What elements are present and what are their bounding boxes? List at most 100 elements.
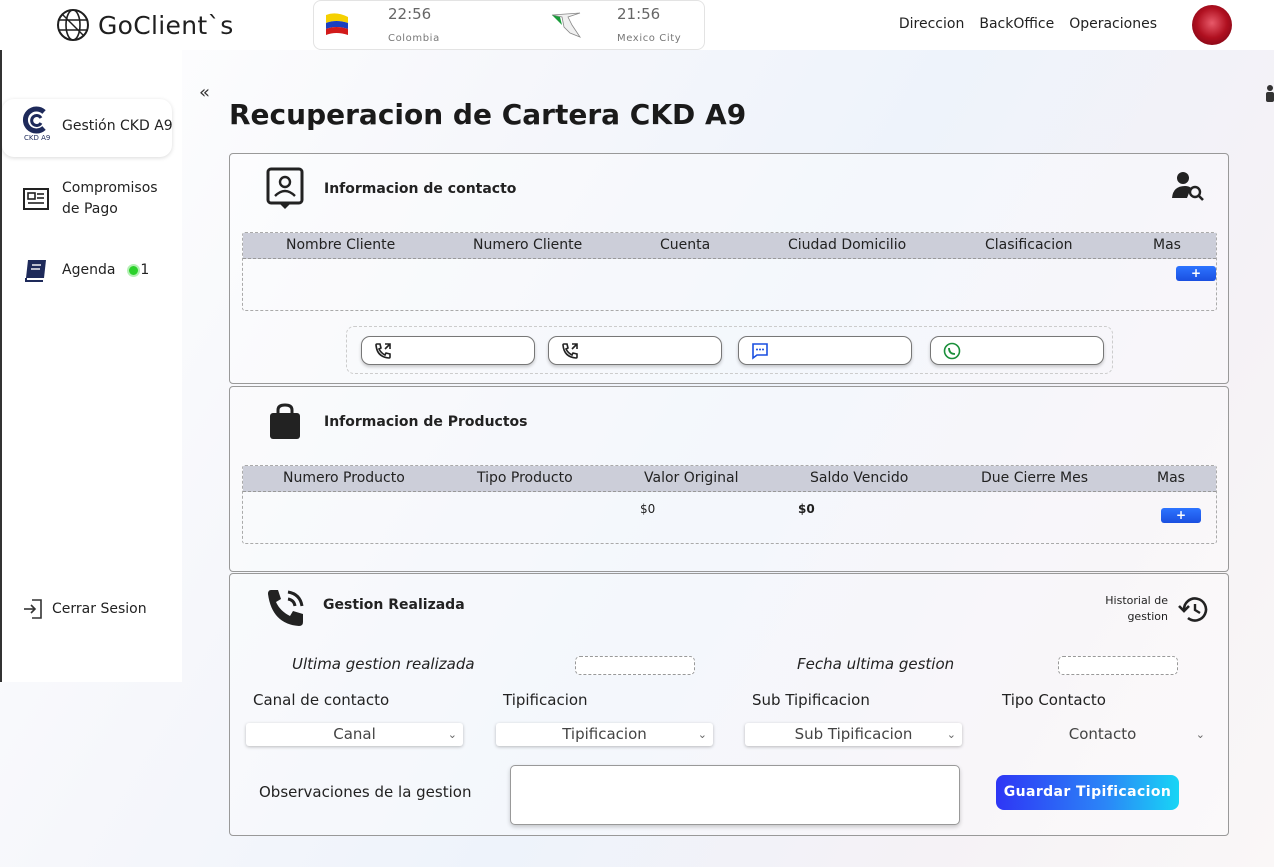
gestion-card: Gestion Realizada Historial de gestion U…	[229, 573, 1229, 836]
sidebar-item-label: Gestión CKD A9	[62, 118, 173, 134]
products-card: Informacion de Productos Numero Producto…	[229, 386, 1229, 572]
column-header: Mas	[1153, 237, 1181, 253]
chat-icon	[752, 343, 768, 360]
globe-icon	[57, 9, 89, 41]
nav-direccion[interactable]: Direccion	[899, 16, 964, 32]
clock-time: 21:56	[617, 5, 661, 23]
clock-time: 22:56	[388, 5, 432, 23]
brand-name: GoClient`s	[98, 10, 234, 40]
fecha-gestion-label: Fecha ultima gestion	[797, 655, 955, 673]
logout-button[interactable]: Cerrar Sesion	[22, 597, 147, 621]
products-table-header: Numero Producto Tipo Producto Valor Orig…	[243, 466, 1216, 492]
canal-select[interactable]: Canal ⌄	[246, 723, 463, 746]
column-header: Clasificacion	[985, 237, 1073, 253]
chevron-down-icon: ⌄	[697, 728, 707, 741]
tipificacion-label: Tipificacion	[503, 691, 588, 709]
ultima-gestion-field	[575, 656, 695, 675]
whatsapp-icon	[943, 342, 961, 360]
sidebar-item-label: Agenda	[62, 262, 116, 278]
brand-logo[interactable]: GoClient`s	[56, 8, 234, 42]
observaciones-label: Observaciones de la gestion	[259, 783, 472, 801]
phone-ringing-icon	[268, 590, 304, 626]
chevron-down-icon: ⌄	[447, 728, 457, 741]
sub-tipificacion-label: Sub Tipificacion	[752, 691, 870, 709]
phone-outgoing-icon	[562, 343, 578, 359]
user-avatar[interactable]	[1192, 5, 1232, 45]
column-header: Due Cierre Mes	[981, 470, 1089, 486]
column-header: Cuenta	[660, 237, 711, 253]
world-clock: 22:56 Colombia 21:56 Mexico City	[313, 0, 705, 50]
chevron-down-icon: ⌄	[1195, 728, 1205, 741]
sidebar-item-compromisos[interactable]: Compromisos de Pago	[22, 178, 172, 220]
tipificacion-select[interactable]: Tipificacion ⌄	[496, 723, 713, 746]
contact-card-title: Informacion de contacto	[324, 181, 517, 197]
column-header: Valor Original	[644, 470, 739, 486]
newspaper-icon	[23, 188, 49, 210]
tipo-contacto-select[interactable]: Contacto ⌄	[994, 723, 1211, 746]
guardar-tipificacion-button[interactable]: Guardar Tipificacion	[996, 775, 1179, 810]
book-icon	[25, 260, 46, 282]
clock-city: Mexico City	[617, 33, 682, 44]
sidebar-item-label: Compromisos de Pago	[62, 180, 158, 217]
mexico-flag-icon	[551, 12, 582, 38]
historial-button[interactable]: Historial de gestion	[1100, 594, 1210, 628]
column-header: Ciudad Domicilio	[788, 237, 907, 253]
tipificacion-value: Tipificacion	[562, 725, 647, 743]
top-bar: GoClient`s 22:56 Colombia 21:56 Mexico C…	[0, 0, 1274, 50]
nav-operaciones[interactable]: Operaciones	[1069, 16, 1157, 32]
contact-actions	[346, 326, 1113, 374]
column-header: Mas	[1157, 470, 1185, 486]
valor-original-cell: $0	[640, 502, 656, 516]
colombia-flag-icon	[326, 13, 348, 35]
fecha-gestion-field	[1058, 656, 1178, 675]
historial-label: gestion	[1127, 610, 1168, 623]
contact-info-card: Informacion de contacto Nombre Cliente N…	[229, 153, 1229, 384]
ultima-gestion-label: Ultima gestion realizada	[292, 655, 475, 673]
logout-icon	[24, 599, 42, 619]
column-header: Numero Cliente	[473, 237, 583, 253]
sms-button[interactable]	[738, 336, 912, 365]
contact-table: Nombre Cliente Numero Cliente Cuenta Ciu…	[242, 232, 1217, 311]
phone-outgoing-icon	[375, 343, 391, 359]
products-more-button[interactable]: +	[1161, 508, 1201, 523]
sidebar-item-gestion[interactable]: CKD A9 Gestión CKD A9	[22, 106, 173, 146]
historial-label: Historial de	[1105, 594, 1168, 607]
ckd-logo-text: CKD A9	[24, 134, 51, 142]
call-button[interactable]	[361, 336, 535, 365]
products-card-title: Informacion de Productos	[324, 414, 528, 430]
observaciones-textarea[interactable]	[510, 765, 960, 825]
gestion-card-title: Gestion Realizada	[323, 597, 465, 613]
chevron-down-icon: ⌄	[946, 728, 956, 741]
column-header: Nombre Cliente	[286, 237, 396, 253]
call-alt-button[interactable]	[548, 336, 722, 365]
shopping-bag-icon	[270, 403, 300, 439]
logout-label: Cerrar Sesion	[52, 601, 147, 617]
status-dot-icon	[127, 263, 141, 277]
column-header: Numero Producto	[283, 470, 405, 486]
saldo-vencido-cell: $0	[798, 502, 815, 516]
canal-value: Canal	[333, 725, 376, 743]
sidebar-item-agenda[interactable]: Agenda 1	[22, 256, 149, 284]
contact-more-button[interactable]: +	[1176, 266, 1216, 281]
tipo-contacto-label: Tipo Contacto	[1002, 691, 1106, 709]
collapse-sidebar-icon[interactable]: «	[199, 82, 210, 103]
person-icon[interactable]	[1262, 84, 1274, 104]
column-header: Saldo Vencido	[810, 470, 909, 486]
products-table: Numero Producto Tipo Producto Valor Orig…	[242, 465, 1217, 544]
sub-tipificacion-value: Sub Tipificacion	[794, 725, 913, 743]
agenda-count: 1	[140, 262, 150, 278]
history-icon	[1178, 597, 1208, 622]
clock-city: Colombia	[388, 33, 440, 44]
nav-backoffice[interactable]: BackOffice	[979, 16, 1054, 32]
sub-tipificacion-select[interactable]: Sub Tipificacion ⌄	[745, 723, 962, 746]
ckd-logo-icon: CKD A9	[22, 106, 50, 146]
agenda-badge: 1	[121, 262, 149, 278]
search-user-icon[interactable]	[1171, 170, 1205, 202]
page-title: Recuperacion de Cartera CKD A9	[229, 98, 747, 131]
contact-table-header: Nombre Cliente Numero Cliente Cuenta Ciu…	[243, 233, 1216, 259]
top-nav: Direccion BackOffice Operaciones	[899, 16, 1157, 32]
canal-label: Canal de contacto	[253, 691, 390, 709]
tipo-contacto-value: Contacto	[1068, 725, 1137, 743]
column-header: Tipo Producto	[477, 470, 573, 486]
whatsapp-button[interactable]	[930, 336, 1104, 365]
